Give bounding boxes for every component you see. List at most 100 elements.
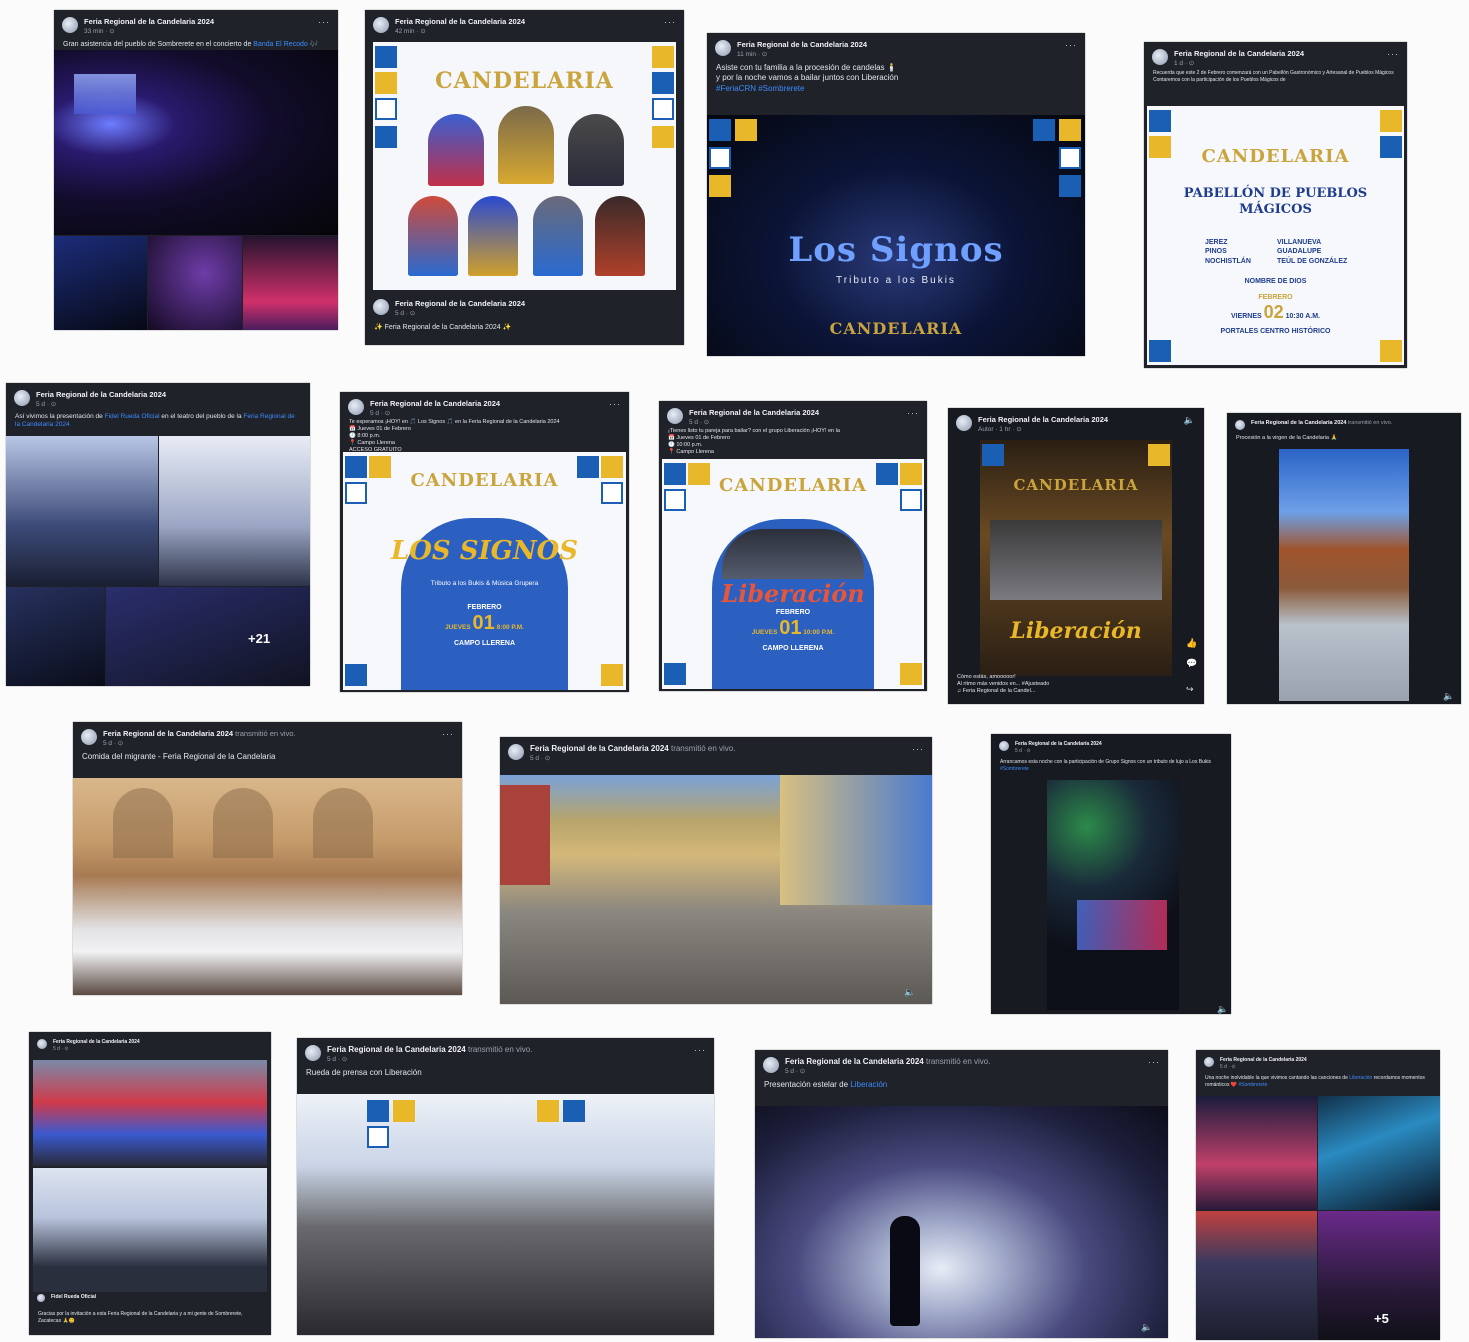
page-name[interactable]: Feria Regional de la Candelaria 2024 <box>395 299 676 308</box>
page-name[interactable]: Feria Regional de la Candelaria 2024 <box>103 729 233 738</box>
live-video[interactable] <box>500 775 932 1004</box>
page-name[interactable]: Feria Regional de la Candelaria 2024 <box>530 744 669 753</box>
page-avatar[interactable] <box>667 408 683 424</box>
post-card-rueda-prensa[interactable]: Feria Regional de la Candelaria 2024 tra… <box>297 1038 714 1335</box>
lineup-poster[interactable]: CANDELARIA <box>373 42 676 290</box>
theater-photo-3[interactable] <box>6 587 105 686</box>
post-card-grupo-signos[interactable]: Feria Regional de la Candelaria 2024 5 d… <box>991 734 1231 1014</box>
reel-audio[interactable]: ♫ Feria Regional de la Candel... <box>957 688 1049 695</box>
shared-page-avatar[interactable] <box>37 1294 45 1302</box>
tag-link[interactable]: Liberación <box>850 1080 887 1089</box>
post-card-lineup[interactable]: Feria Regional de la Candelaria 2024 42 … <box>365 10 684 345</box>
mute-icon[interactable]: 🔈 <box>1217 1004 1228 1014</box>
more-options-icon[interactable]: ··· <box>912 744 924 754</box>
page-avatar[interactable] <box>305 1045 321 1061</box>
page-avatar[interactable] <box>81 729 97 745</box>
hashtag-link[interactable]: #FeriaCRN #Sombrerete <box>716 84 1076 94</box>
live-video[interactable] <box>73 778 462 995</box>
post-card-pabellon[interactable]: Feria Regional de la Candelaria 2024 1 d… <box>1144 42 1407 368</box>
post-card-presentacion-estelar[interactable]: Feria Regional de la Candelaria 2024 tra… <box>755 1050 1168 1338</box>
page-name[interactable]: Feria Regional de la Candelaria 2024 <box>1174 49 1381 58</box>
reel-video[interactable]: CANDELARIA Liberación <box>980 440 1172 676</box>
concert-photo-4[interactable]: +5 <box>1318 1211 1440 1340</box>
crowd-photo-3[interactable] <box>148 236 242 330</box>
post-card-los-signos[interactable]: Feria Regional de la Candelaria 2024 5 d… <box>340 392 629 692</box>
page-avatar[interactable] <box>373 17 389 33</box>
post-card-theater[interactable]: Feria Regional de la Candelaria 2024 5 d… <box>6 383 310 686</box>
like-icon[interactable]: 👍 <box>1186 638 1197 649</box>
page-avatar[interactable] <box>1152 49 1168 65</box>
more-options-icon[interactable]: ··· <box>907 408 919 418</box>
page-name[interactable]: Feria Regional de la Candelaria 2024 <box>327 1045 466 1054</box>
shared-photo-1[interactable] <box>33 1060 267 1166</box>
mute-icon[interactable]: 🔈 <box>1141 1322 1152 1333</box>
mute-icon[interactable]: 🔈 <box>1184 415 1196 426</box>
procession-video[interactable] <box>1279 449 1409 701</box>
page-name[interactable]: Feria Regional de la Candelaria 2024 <box>36 390 302 399</box>
crowd-photo-4[interactable] <box>243 236 338 330</box>
shared-photo-2[interactable] <box>33 1168 267 1292</box>
page-avatar[interactable] <box>1204 1057 1214 1067</box>
more-options-icon[interactable]: ··· <box>1387 49 1399 59</box>
liberacion-poster[interactable]: CANDELARIA Liberación FEBRERO JUEVES 01 … <box>662 459 924 689</box>
page-avatar[interactable] <box>508 744 524 760</box>
page-avatar[interactable] <box>715 40 731 56</box>
page-avatar[interactable] <box>14 390 30 406</box>
post-card-street-live[interactable]: Feria Regional de la Candelaria 2024 tra… <box>500 737 932 1004</box>
more-photos-count[interactable]: +21 <box>248 631 270 646</box>
concert-photo-2[interactable] <box>1318 1096 1440 1210</box>
pabellon-poster[interactable]: CANDELARIA PABELLÓN DE PUEBLOS MÁGICOS J… <box>1147 106 1404 365</box>
more-options-icon[interactable]: ··· <box>609 399 621 409</box>
page-avatar[interactable] <box>37 1039 47 1049</box>
mute-icon[interactable]: 🔈 <box>1443 691 1454 702</box>
more-photos-count[interactable]: +5 <box>1374 1311 1389 1326</box>
post-card-reel-liberacion[interactable]: Feria Regional de la Candelaria 2024 Aut… <box>948 408 1204 704</box>
photo-grid[interactable] <box>54 50 338 330</box>
los-signos-poster[interactable]: CANDELARIA LOS SIGNOS Tributo a los Buki… <box>343 452 626 690</box>
page-name[interactable]: Feria Regional de la Candelaria 2024 <box>737 40 1059 49</box>
page-avatar[interactable] <box>956 415 972 431</box>
page-avatar[interactable] <box>348 399 364 415</box>
more-options-icon[interactable]: ··· <box>318 17 330 27</box>
more-options-icon[interactable]: ··· <box>442 729 454 739</box>
page-name[interactable]: Feria Regional de la Candelaria 2024 <box>1220 1057 1307 1063</box>
theater-photo-2[interactable] <box>159 436 310 586</box>
post-card-comida-migrante[interactable]: Feria Regional de la Candelaria 2024 tra… <box>73 722 462 995</box>
page-name[interactable]: Feria Regional de la Candelaria 2024 <box>689 408 901 417</box>
fair-night-photo[interactable]: Los Signos Tributo a los Bukis CANDELARI… <box>707 115 1085 356</box>
more-options-icon[interactable]: ··· <box>1065 40 1077 50</box>
tag-link[interactable]: Liberación <box>1349 1075 1372 1081</box>
post-card-noche-inolvidable[interactable]: Feria Regional de la Candelaria 2024 5 d… <box>1196 1050 1440 1340</box>
crowd-photo-2[interactable] <box>54 236 147 330</box>
post-card-procession[interactable]: Feria Regional de la Candelaria 2024 11 … <box>707 33 1085 356</box>
page-name[interactable]: Feria Regional de la Candelaria 2024 <box>1251 420 1346 426</box>
page-avatar[interactable] <box>1235 420 1245 430</box>
tag-link[interactable]: Fidel Rueda Oficial <box>105 413 160 420</box>
share-icon[interactable]: ↪ <box>1186 684 1194 695</box>
post-card-procesion-reel[interactable]: Feria Regional de la Candelaria 2024 tra… <box>1227 413 1461 704</box>
concert-photo-3[interactable] <box>1196 1211 1317 1340</box>
shared-page-name[interactable]: Fidel Rueda Oficial <box>51 1294 263 1300</box>
page-name[interactable]: Feria Regional de la Candelaria 2024 <box>978 415 1178 424</box>
more-options-icon[interactable]: ··· <box>694 1045 706 1055</box>
page-avatar[interactable] <box>763 1057 779 1073</box>
volume-icon[interactable]: 🔈 <box>904 987 915 998</box>
hashtag-link[interactable]: #Sombrerete <box>1000 766 1222 773</box>
concert-photo-1[interactable] <box>1196 1096 1317 1210</box>
page-tag-link[interactable]: Banda El Recodo 🎶 <box>253 41 318 48</box>
live-video[interactable] <box>297 1094 714 1335</box>
page-avatar[interactable] <box>373 299 389 315</box>
page-avatar[interactable] <box>62 17 78 33</box>
hashtag-link[interactable]: #Sombrerete <box>1238 1082 1267 1088</box>
page-name[interactable]: Feria Regional de la Candelaria 2024 <box>785 1057 924 1066</box>
theater-photo-4[interactable]: +21 <box>106 587 310 686</box>
page-name[interactable]: Feria Regional de la Candelaria 2024 <box>370 399 603 408</box>
theater-photo-1[interactable] <box>6 436 158 586</box>
live-video[interactable] <box>755 1106 1168 1338</box>
page-name[interactable]: Feria Regional de la Candelaria 2024 <box>53 1039 140 1045</box>
page-name[interactable]: Feria Regional de la Candelaria 2024 <box>395 17 658 26</box>
comment-icon[interactable]: 💬 <box>1186 658 1197 669</box>
concert-video[interactable] <box>1047 780 1179 1010</box>
post-card-liberacion[interactable]: Feria Regional de la Candelaria 2024 5 d… <box>659 401 927 691</box>
page-name[interactable]: Feria Regional de la Candelaria 2024 <box>1015 741 1102 747</box>
